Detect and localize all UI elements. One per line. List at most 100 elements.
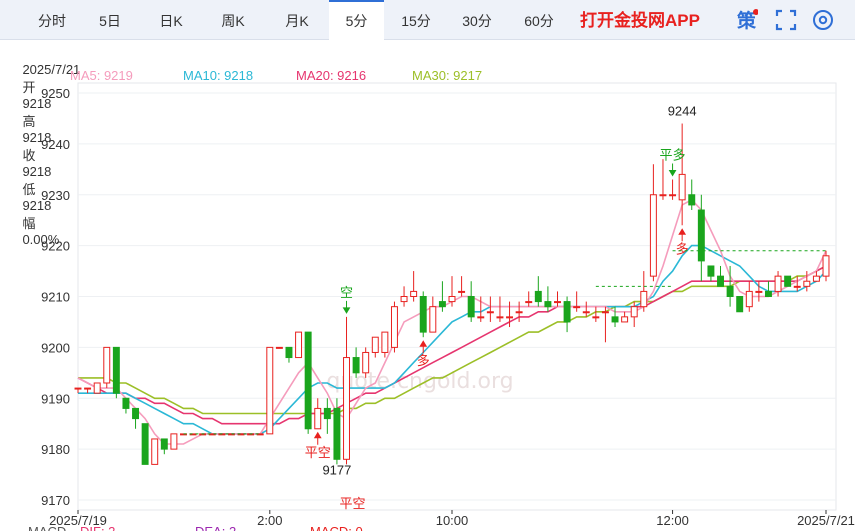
candle-body-22	[285, 346, 293, 359]
candle-body-78	[822, 255, 830, 277]
x-tick-label-4: 2025/7/21	[797, 513, 855, 528]
y-tick-label-5: 9220	[41, 239, 70, 254]
candle-body-28	[343, 357, 350, 460]
candle-body-53	[582, 311, 590, 314]
candle-body-43	[486, 311, 494, 314]
candle-body-55	[601, 311, 609, 314]
tab-7[interactable]: 30分	[452, 0, 502, 40]
candle-body-73	[774, 275, 782, 292]
candle-body-36	[419, 296, 427, 333]
candle-body-47	[525, 301, 533, 304]
extra-signal-label-0: 平空	[340, 496, 366, 511]
candle-body-9	[160, 438, 168, 450]
tab-6[interactable]: 15分	[391, 0, 441, 40]
candle-body-38	[438, 301, 446, 308]
tab-3[interactable]: 周K	[209, 0, 257, 40]
brand-link[interactable]: 打开金投网APP	[580, 0, 700, 40]
candle-body-39	[448, 296, 456, 303]
candle-body-10	[170, 433, 178, 450]
signal-arrow-4	[678, 228, 687, 242]
macd-value: MACD: 0	[310, 524, 363, 531]
signal-label-4: 多	[676, 241, 689, 256]
candle-body-23	[295, 331, 303, 359]
candle-body-41	[467, 296, 475, 318]
y-tick-label-2: 9190	[41, 391, 70, 406]
candle-body-77	[812, 275, 820, 282]
candle-body-68	[726, 285, 734, 297]
candle-body-2	[93, 382, 101, 394]
candle-body-4	[112, 346, 120, 394]
candle-body-24	[304, 331, 312, 430]
signal-arrow-0	[342, 300, 351, 314]
candle-body-7	[141, 423, 149, 465]
candle-body-58	[630, 306, 638, 318]
candle-body-31	[371, 336, 379, 353]
candle-body-51	[563, 301, 571, 323]
candle-body-65	[697, 209, 705, 262]
candle-body-76	[803, 280, 811, 287]
candle-body-75	[793, 285, 801, 288]
dif-value: DIF: 2	[80, 524, 115, 531]
candle-body-34	[400, 296, 408, 303]
y-tick-label-1: 9180	[41, 442, 70, 457]
x-tick-label-3: 12:00	[656, 513, 689, 528]
value-annotation-0: 9244	[668, 104, 697, 119]
tab-1[interactable]: 5日	[89, 0, 131, 40]
candle-body-69	[736, 296, 744, 313]
candle-body-71	[755, 290, 763, 293]
candle-body-48	[534, 290, 542, 303]
tab-4[interactable]: 月K	[272, 0, 322, 40]
signal-label-1: 平空	[305, 445, 331, 460]
candle-body-74	[784, 275, 792, 287]
y-tick-label-4: 9210	[41, 290, 70, 305]
candle-body-67	[717, 275, 724, 287]
candle-body-8	[151, 438, 159, 465]
tab-0[interactable]: 分时	[18, 0, 86, 40]
tab-5[interactable]: 5分	[329, 0, 384, 40]
candle-body-42	[477, 316, 485, 319]
y-tick-label-3: 9200	[41, 340, 70, 355]
candle-body-62	[669, 194, 677, 197]
candle-body-37	[429, 306, 437, 333]
candle-body-3	[103, 346, 111, 384]
settings-icon[interactable]	[812, 9, 834, 31]
candle-body-60	[649, 194, 657, 277]
x-tick-label-2: 10:00	[436, 513, 469, 528]
candle-body-44	[496, 316, 504, 319]
candle-body-72	[764, 290, 772, 298]
period-tab-bar: 分时 5日 日K 周K 月K 5分 15分 30分 60分 打开金投网APP 策	[0, 0, 855, 40]
candle-body-49	[544, 301, 552, 308]
candle-body-6	[132, 407, 140, 420]
dea-value: DEA: 2	[195, 524, 236, 531]
x-tick-label-1: 2:00	[257, 513, 282, 528]
candle-body-70	[745, 290, 753, 308]
candle-body-26	[323, 407, 331, 420]
candle-body-50	[554, 301, 561, 304]
strategy-icon[interactable]: 策	[736, 9, 758, 31]
candle-body-61	[659, 194, 667, 197]
candle-body-63	[678, 173, 686, 201]
candle-body-45	[506, 316, 514, 319]
candle-body-66	[707, 265, 715, 277]
candle-body-46	[515, 311, 523, 314]
fullscreen-icon[interactable]	[775, 9, 797, 31]
tab-2[interactable]: 日K	[146, 0, 196, 40]
candle-body-52	[573, 306, 581, 309]
candle-body-57	[621, 316, 629, 323]
candle-body-32	[381, 331, 389, 353]
candle-body-25	[314, 407, 322, 430]
candlestick-chart[interactable]: quote.cngold.org917091809190920092109220…	[0, 40, 855, 531]
candle-body-59	[640, 290, 648, 308]
signal-arrow-1	[313, 431, 322, 445]
candle-body-20	[266, 346, 274, 435]
signal-label-3: 平多	[660, 147, 686, 162]
signal-arrow-3	[668, 163, 677, 177]
y-tick-label-8: 9250	[41, 86, 70, 101]
candle-body-21	[275, 346, 283, 349]
candle-body-5	[122, 397, 130, 409]
candle-body-30	[362, 351, 370, 374]
y-tick-label-6: 9230	[41, 188, 70, 203]
signal-label-2: 多	[417, 353, 430, 368]
y-tick-label-7: 9240	[41, 137, 70, 152]
tab-8[interactable]: 60分	[514, 0, 564, 40]
